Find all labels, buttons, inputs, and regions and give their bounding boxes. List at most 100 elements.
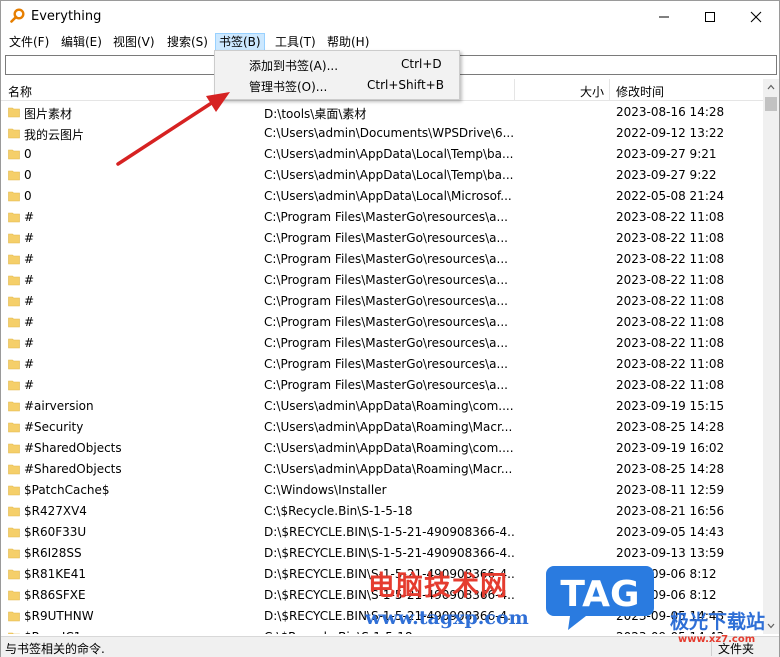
table-row[interactable]: # C:\Program Files\MasterGo\resources\a..… [1, 333, 763, 354]
table-row[interactable]: $R427XV4 C:\$Recycle.Bin\S-1-5-18 2023-08-… [1, 501, 763, 522]
file-path: C:\Program Files\MasterGo\resources\a... [264, 315, 508, 329]
file-name: $R86SFXE [24, 588, 86, 602]
file-path: C:\Users\admin\AppData\Roaming\com.... [264, 441, 514, 455]
file-modified: 2023-09-06 8:12 [616, 567, 717, 581]
file-modified: 2023-09-27 9:21 [616, 147, 717, 161]
title-bar[interactable]: Everything [1, 1, 779, 32]
file-modified: 2023-08-22 11:08 [616, 231, 725, 245]
file-name: $R81KE41 [24, 567, 86, 581]
file-name: # [24, 336, 35, 350]
table-row[interactable]: #airversion C:\Users\admin\AppData\Roamin… [1, 396, 763, 417]
column-name[interactable]: 名称 [8, 83, 32, 100]
folder-icon [8, 149, 20, 160]
file-path: C:\Users\admin\AppData\Roaming\Macr... [264, 462, 513, 476]
close-button[interactable] [733, 1, 779, 32]
file-name: #Security [24, 420, 84, 434]
file-path: C:\Program Files\MasterGo\resources\a... [264, 378, 508, 392]
scroll-down-button[interactable] [763, 618, 779, 634]
table-row[interactable]: # C:\Program Files\MasterGo\resources\a..… [1, 228, 763, 249]
magnifier-app-icon [10, 8, 25, 23]
file-name: $R427XV4 [24, 504, 87, 518]
menu-bookmarks[interactable]: 书签(B) [215, 33, 265, 51]
column-divider[interactable] [609, 79, 610, 101]
chevron-up-icon [767, 84, 775, 90]
status-right: 文件夹 [711, 640, 754, 656]
table-row[interactable]: $R81KE41 D:\$RECYCLE.BIN\S-1-5-21-4909083… [1, 564, 763, 585]
folder-icon [8, 212, 20, 223]
folder-icon [8, 233, 20, 244]
file-path: C:\Windows\Installer [264, 483, 387, 497]
folder-icon [8, 380, 20, 391]
table-row[interactable]: # C:\Program Files\MasterGo\resources\a..… [1, 354, 763, 375]
file-path: C:\Users\admin\AppData\Roaming\Macr... [264, 420, 513, 434]
scroll-thumb[interactable] [765, 97, 777, 111]
manage-bookmarks-label: 管理书签(O)... [249, 80, 328, 94]
file-path: C:\Program Files\MasterGo\resources\a... [264, 210, 508, 224]
table-row[interactable]: $RaeeIC1 C:\$Recycle.Bin\S-1-5-18 2023-09-… [1, 627, 763, 634]
table-row[interactable]: #SharedObjects C:\Users\admin\AppData\Roa… [1, 438, 763, 459]
file-modified: 2023-08-22 11:08 [616, 210, 725, 224]
table-row[interactable]: $R60F33U D:\$RECYCLE.BIN\S-1-5-21-4909083… [1, 522, 763, 543]
menu-file[interactable]: 文件(F) [5, 33, 53, 51]
file-name: $RaeeIC1 [24, 630, 259, 634]
minimize-button[interactable] [641, 1, 687, 32]
column-modified[interactable]: 修改时间 [616, 83, 664, 100]
file-path: C:\Program Files\MasterGo\resources\a... [264, 273, 508, 287]
column-divider[interactable] [514, 79, 515, 101]
file-modified: 2022-05-08 21:24 [616, 189, 725, 203]
file-name: #airversion [24, 399, 94, 413]
file-modified: 2023-08-22 11:08 [616, 273, 725, 287]
table-row[interactable]: # C:\Program Files\MasterGo\resources\a..… [1, 249, 763, 270]
maximize-button[interactable] [687, 1, 733, 32]
add-bookmark-item[interactable]: 添加到书签(A)... Ctrl+D [217, 54, 457, 75]
table-row[interactable]: # C:\Program Files\MasterGo\resources\a..… [1, 291, 763, 312]
file-name: # [24, 273, 35, 287]
minimize-icon [659, 16, 669, 17]
menu-help[interactable]: 帮助(H) [323, 33, 373, 51]
table-row[interactable]: # C:\Program Files\MasterGo\resources\a..… [1, 207, 763, 228]
table-row[interactable]: #SharedObjects C:\Users\admin\AppData\Roa… [1, 459, 763, 480]
file-modified: 2023-09-19 15:15 [616, 399, 725, 413]
add-bookmark-shortcut: Ctrl+D [401, 57, 442, 71]
file-modified: 2023-08-22 11:08 [616, 252, 725, 266]
menu-search[interactable]: 搜索(S) [163, 33, 212, 51]
folder-icon [8, 338, 20, 349]
table-row[interactable]: 0 C:\Users\admin\AppData\Local\Microsof..… [1, 186, 763, 207]
file-name: # [24, 378, 35, 392]
folder-icon [8, 359, 20, 370]
table-row[interactable]: $R86SFXE D:\$RECYCLE.BIN\S-1-5-21-4909083… [1, 585, 763, 606]
table-row[interactable]: # C:\Program Files\MasterGo\resources\a..… [1, 312, 763, 333]
vertical-scrollbar[interactable] [763, 79, 779, 634]
menu-view[interactable]: 视图(V) [109, 33, 159, 51]
folder-icon [8, 611, 20, 622]
file-name: # [24, 315, 35, 329]
file-modified: 2023-08-22 11:08 [616, 294, 725, 308]
file-path: D:\$RECYCLE.BIN\S-1-5-21-490908366-4... [264, 546, 514, 560]
folder-icon [8, 527, 20, 538]
results-list: 图片素材 D:\tools\桌面\素材 2023-08-16 14:28 我的云图片 C… [1, 102, 763, 634]
scroll-up-button[interactable] [763, 79, 779, 95]
table-row[interactable]: # C:\Program Files\MasterGo\resources\a..… [1, 375, 763, 396]
table-row[interactable]: $R6I28SS D:\$RECYCLE.BIN\S-1-5-21-4909083… [1, 543, 763, 564]
menu-edit[interactable]: 编辑(E) [57, 33, 106, 51]
menu-tools[interactable]: 工具(T) [271, 33, 320, 51]
file-modified: 2023-08-25 14:28 [616, 462, 725, 476]
table-row[interactable]: # C:\Program Files\MasterGo\resources\a..… [1, 270, 763, 291]
file-name: # [24, 210, 35, 224]
table-row[interactable]: $R9UTHNW D:\$RECYCLE.BIN\S-1-5-21-4909083… [1, 606, 763, 627]
folder-icon [8, 548, 20, 559]
file-path: C:\Program Files\MasterGo\resources\a... [264, 294, 508, 308]
manage-bookmarks-item[interactable]: 管理书签(O)... Ctrl+Shift+B [217, 75, 457, 96]
column-size[interactable]: 大小 [580, 83, 604, 100]
menu-bar: 文件(F) 编辑(E) 视图(V) 搜索(S) 书签(B) 工具(T) 帮助(H… [1, 32, 779, 52]
file-path: C:\Program Files\MasterGo\resources\a... [264, 336, 508, 350]
table-row[interactable]: #Security C:\Users\admin\AppData\Roaming\… [1, 417, 763, 438]
folder-icon [8, 254, 20, 265]
table-row[interactable]: $PatchCache$ C:\Windows\Installer 2023-08-… [1, 480, 763, 501]
file-path: C:\Users\admin\Documents\WPSDrive\6... [264, 126, 514, 140]
chevron-down-icon [767, 623, 775, 629]
file-name: #SharedObjects [24, 462, 122, 476]
folder-icon [8, 632, 20, 634]
file-modified: 2023-08-25 14:28 [616, 420, 725, 434]
file-name: # [24, 252, 35, 266]
